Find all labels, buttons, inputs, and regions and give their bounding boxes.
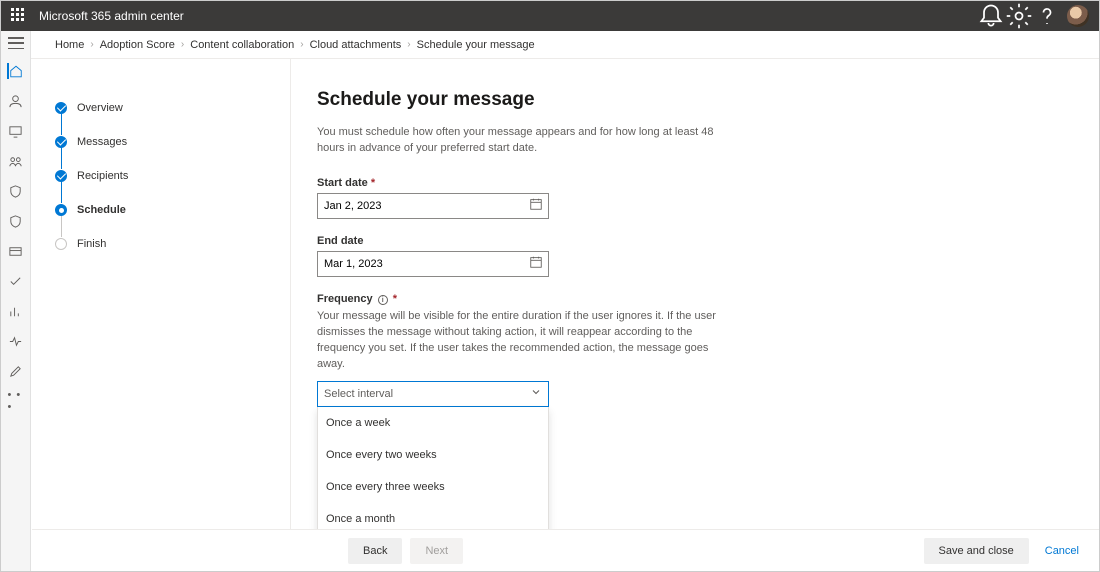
frequency-description: Your message will be visible for the ent… [317,309,727,373]
breadcrumb-item[interactable]: Schedule your message [417,39,535,51]
step-label: Messages [77,136,127,148]
rail-reports-icon[interactable] [8,303,24,319]
frequency-label: Frequency i * [317,293,737,305]
rail-devices-icon[interactable] [8,123,24,139]
calendar-icon[interactable] [529,255,543,274]
frequency-dropdown: Once a week Once every two weeks Once ev… [317,407,549,536]
frequency-option[interactable]: Once a week [318,407,548,439]
calendar-icon[interactable] [529,197,543,216]
frequency-option[interactable]: Once every two weeks [318,439,548,471]
rail-shield2-icon[interactable] [8,213,24,229]
next-button: Next [410,538,463,564]
left-nav-rail: • • • [1,31,31,571]
info-icon[interactable]: i [378,295,388,305]
rail-home-icon[interactable] [7,63,23,79]
nav-toggle-icon[interactable] [8,37,24,49]
frequency-option[interactable]: Once every three weeks [318,471,548,503]
app-launcher-icon[interactable] [11,8,27,24]
rail-health-icon[interactable] [8,333,24,349]
step-schedule[interactable]: Schedule [55,193,290,227]
page-title: Schedule your message [317,89,1099,111]
check-icon [55,170,67,182]
notifications-icon[interactable] [977,2,1005,30]
rail-setup-icon[interactable] [8,273,24,289]
step-label: Recipients [77,170,128,182]
dot-icon [55,204,67,216]
step-recipients[interactable]: Recipients [55,159,290,193]
step-finish[interactable]: Finish [55,227,290,261]
chevron-down-icon [530,386,542,401]
breadcrumb: Home› Adoption Score› Content collaborat… [31,31,1099,59]
account-avatar[interactable] [1067,5,1089,27]
rail-billing-icon[interactable] [8,243,24,259]
breadcrumb-item[interactable]: Cloud attachments [310,39,402,51]
circle-icon [55,238,67,250]
step-messages[interactable]: Messages [55,125,290,159]
step-label: Schedule [77,204,126,216]
wizard-footer: Back Next Save and close Cancel [32,529,1099,571]
wizard-stepper: Overview Messages Recipients [55,91,290,261]
cancel-link[interactable]: Cancel [1045,545,1079,557]
rail-edit-icon[interactable] [8,363,24,379]
step-label: Overview [77,102,123,114]
step-overview[interactable]: Overview [55,91,290,125]
start-date-label: Start date * [317,177,549,189]
rail-users-icon[interactable] [8,93,24,109]
settings-icon[interactable] [1005,2,1033,30]
start-date-input[interactable] [317,193,549,219]
rail-teams-icon[interactable] [8,153,24,169]
rail-shield-icon[interactable] [8,183,24,199]
frequency-select[interactable]: Select interval [317,381,549,407]
breadcrumb-item[interactable]: Adoption Score [100,39,175,51]
back-button[interactable]: Back [348,538,402,564]
page-description: You must schedule how often your message… [317,125,717,157]
check-icon [55,102,67,114]
end-date-label: End date [317,235,549,247]
check-icon [55,136,67,148]
step-label: Finish [77,238,106,250]
rail-more-icon[interactable]: • • • [8,393,24,409]
save-and-close-button[interactable]: Save and close [924,538,1029,564]
app-title: Microsoft 365 admin center [39,9,184,23]
end-date-input[interactable] [317,251,549,277]
breadcrumb-item[interactable]: Home [55,39,84,51]
help-icon[interactable] [1033,2,1061,30]
breadcrumb-item[interactable]: Content collaboration [190,39,294,51]
frequency-placeholder: Select interval [324,388,393,400]
